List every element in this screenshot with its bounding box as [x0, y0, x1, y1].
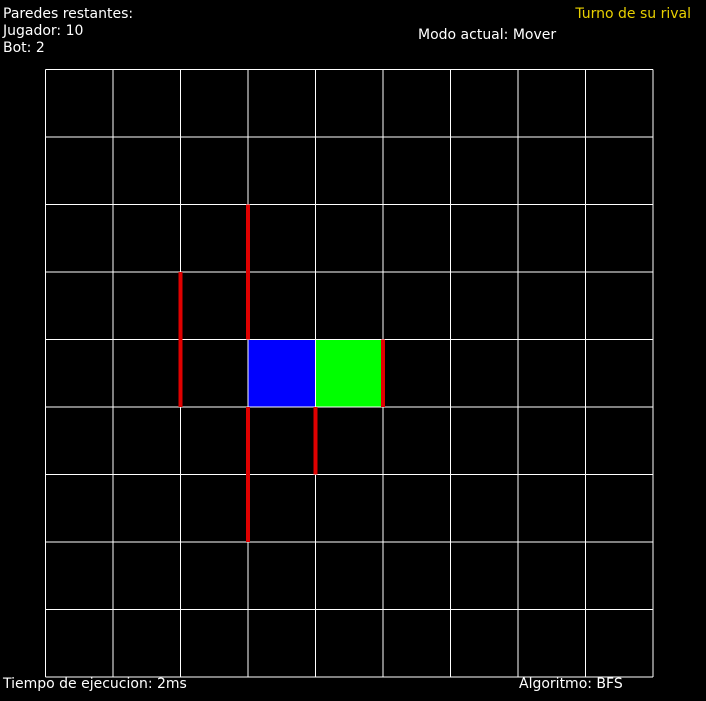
current-mode-label: Modo actual: Mover [418, 27, 557, 43]
wall [246, 407, 250, 542]
player-piece[interactable] [248, 339, 316, 408]
wall [313, 407, 318, 475]
game-board[interactable] [45, 69, 654, 678]
wall [178, 272, 183, 407]
bot-piece[interactable] [315, 339, 384, 408]
player-walls-count: Jugador: 10 [3, 23, 84, 39]
turn-indicator: Turno de su rival [575, 6, 691, 22]
wall [381, 339, 385, 407]
wall [246, 204, 250, 340]
execution-time-label: Tiempo de ejecucion: 2ms [3, 676, 187, 692]
walls-remaining-label: Paredes restantes: [3, 6, 134, 22]
bot-walls-count: Bot: 2 [3, 40, 45, 56]
algorithm-label: Algoritmo: BFS [519, 676, 623, 692]
